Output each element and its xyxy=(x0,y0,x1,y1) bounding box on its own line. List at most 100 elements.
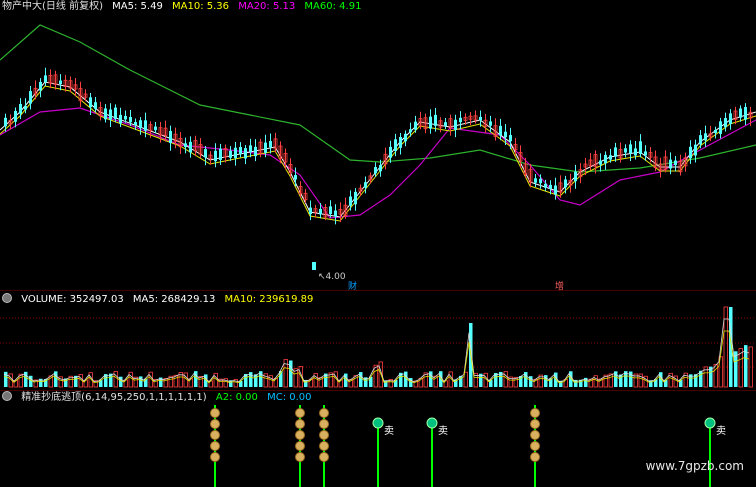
candle-body xyxy=(379,165,382,172)
panel-toggle-icon[interactable] xyxy=(2,293,12,303)
volume-label: VOLUME: 352497.03 xyxy=(21,294,124,305)
ma5-label: MA5: 5.49 xyxy=(112,1,163,12)
coin-icon xyxy=(319,452,329,462)
candle-body xyxy=(184,143,187,148)
indicator-panel: 卖 卖 卖 精准抄底逃顶(6,14,95,250,1,1,1,1,1,1) A2: … xyxy=(0,391,756,487)
candle-body xyxy=(154,126,157,131)
candle-body xyxy=(309,207,312,215)
candle-body xyxy=(604,154,607,164)
candle-body xyxy=(444,122,447,127)
candle-body xyxy=(744,107,747,120)
candle-body xyxy=(234,147,237,159)
price-panel: 物产中大(日线 前复权) MA5: 5.49 MA10: 5.36 MA20: … xyxy=(0,0,756,292)
ma20-label: MA20: 5.13 xyxy=(238,1,296,12)
candle-body xyxy=(254,146,257,157)
candle-body xyxy=(489,121,492,126)
ma60-label: MA60: 4.91 xyxy=(304,1,362,12)
candle-body xyxy=(249,145,252,152)
candle-body xyxy=(644,151,647,156)
price-chart xyxy=(0,15,756,291)
tick-mark xyxy=(358,15,360,21)
sell-signal-icon xyxy=(704,417,716,429)
coin-icon xyxy=(210,452,220,462)
sell-signal-label: 卖 xyxy=(716,425,726,437)
candle-body xyxy=(109,109,112,120)
candle-body xyxy=(674,160,677,166)
coin-icon xyxy=(319,419,329,429)
candle-body xyxy=(129,116,132,123)
coin-icon xyxy=(295,408,305,418)
candle-body xyxy=(409,129,412,133)
candle-body xyxy=(354,191,357,205)
candle-body xyxy=(14,110,17,122)
coin-icon xyxy=(210,419,220,429)
candle-body xyxy=(239,147,242,155)
candle-body xyxy=(264,142,267,153)
volume-panel: VOLUME: 352497.03 MA5: 268429.13 MA10: 2… xyxy=(0,291,756,391)
candle-body xyxy=(189,141,192,153)
stock-title: 物产中大(日线 前复权) xyxy=(2,1,103,12)
indicator-header: 精准抄底逃顶(6,14,95,250,1,1,1,1,1,1) A2: 0.00… xyxy=(0,391,318,405)
coin-icon xyxy=(530,419,540,429)
candle-body xyxy=(269,141,272,148)
candle-body xyxy=(24,106,27,110)
candle-body xyxy=(539,178,542,184)
candle-body xyxy=(714,129,717,134)
coin-icon xyxy=(210,408,220,418)
candle-body xyxy=(399,137,402,148)
mc-label: MC: 0.00 xyxy=(267,392,312,403)
candle-body xyxy=(534,178,537,183)
sell-signal-label: 卖 xyxy=(438,425,448,437)
volume-bar xyxy=(188,378,193,388)
volume-header: VOLUME: 352497.03 MA5: 268429.13 MA10: 2… xyxy=(0,293,319,307)
candle-body xyxy=(134,121,137,125)
candle-body xyxy=(554,185,557,195)
candle-body xyxy=(89,97,92,108)
candle-body xyxy=(504,131,507,138)
candle-body xyxy=(389,146,392,158)
price-header: 物产中大(日线 前复权) MA5: 5.49 MA10: 5.36 MA20: … xyxy=(2,0,367,14)
candle-body xyxy=(454,119,457,130)
candle-body xyxy=(699,135,702,145)
coin-icon xyxy=(295,430,305,440)
candle-body xyxy=(214,150,217,162)
candle-body xyxy=(624,148,627,153)
coin-icon xyxy=(530,452,540,462)
candle-body xyxy=(599,160,602,165)
candle-body xyxy=(574,171,577,182)
watermark: www.7gpzb.com xyxy=(645,459,744,473)
coin-icon xyxy=(210,441,220,451)
candle-body xyxy=(144,120,147,131)
ma20-line xyxy=(0,107,756,219)
candle-body xyxy=(729,113,732,125)
candle-body xyxy=(509,135,512,142)
candle-body xyxy=(704,133,707,141)
candle-body xyxy=(29,91,32,104)
candle-body xyxy=(564,179,567,188)
candle-body xyxy=(334,210,337,217)
volume-bar xyxy=(289,360,293,387)
candle-body xyxy=(169,130,172,143)
candle-body xyxy=(114,107,117,119)
candle-body xyxy=(459,117,462,123)
candle-body xyxy=(609,155,612,160)
candle-body xyxy=(374,167,377,174)
candle-body xyxy=(434,114,437,126)
candle-body xyxy=(119,114,122,124)
candle-body xyxy=(629,144,632,154)
ma60-line xyxy=(0,24,756,173)
coin-icon xyxy=(530,408,540,418)
candle-body xyxy=(479,116,482,121)
coin-icon xyxy=(295,441,305,451)
tick-mark xyxy=(418,15,420,29)
candle-body xyxy=(329,206,332,214)
candle-body xyxy=(634,148,637,156)
tick-mark xyxy=(395,15,397,29)
candle-body xyxy=(614,147,617,157)
candle-body xyxy=(414,121,417,130)
coin-icon xyxy=(319,441,329,451)
low-price-marker: ↖4.00 xyxy=(318,272,346,282)
sell-signal-icon xyxy=(426,417,438,429)
candle-body xyxy=(319,208,322,215)
panel-toggle-icon[interactable] xyxy=(2,391,12,401)
